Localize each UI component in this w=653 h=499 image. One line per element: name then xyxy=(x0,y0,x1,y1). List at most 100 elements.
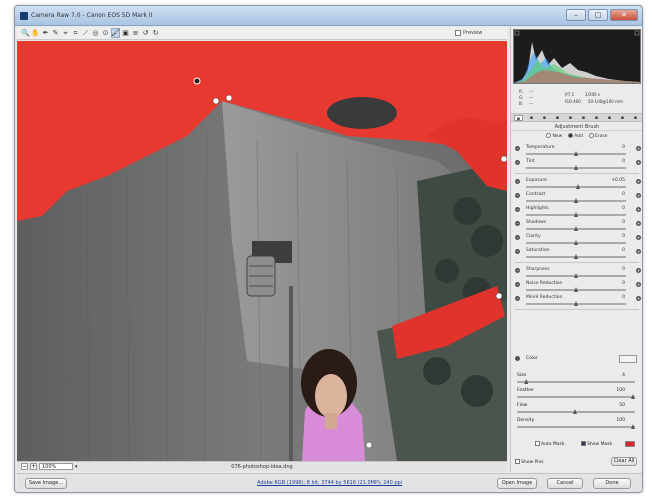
plus-icon[interactable]: + xyxy=(636,235,641,240)
show-mask-option[interactable]: Show Mask xyxy=(581,441,612,447)
rotate-cw-tool-icon[interactable]: ↻ xyxy=(151,28,160,38)
save-image-button[interactable]: Save Image... xyxy=(25,478,67,489)
brush-size-slider[interactable]: Size 4 xyxy=(515,373,639,386)
tab-split-toning-icon[interactable]: ▪ xyxy=(566,115,575,121)
crop-tool-icon[interactable]: ⌗ xyxy=(71,28,80,38)
tab-lens-icon[interactable]: ▪ xyxy=(579,115,588,121)
minus-icon[interactable]: − xyxy=(515,160,520,165)
minus-icon[interactable]: − xyxy=(515,193,520,198)
minus-icon[interactable]: − xyxy=(515,235,520,240)
slider-track[interactable] xyxy=(526,186,626,188)
plus-icon[interactable]: + xyxy=(636,282,641,287)
minus-icon[interactable]: − xyxy=(515,146,520,151)
slider-value[interactable]: +0.05 xyxy=(603,178,625,183)
targeted-adjustment-tool-icon[interactable]: ⌖ xyxy=(61,28,70,38)
slider-value[interactable]: 0 xyxy=(603,234,625,239)
slider-temperature[interactable]: − Temperature 0 + xyxy=(515,144,641,158)
white-balance-tool-icon[interactable]: ✒ xyxy=(41,28,50,38)
tab-presets-icon[interactable]: ▪ xyxy=(618,115,627,121)
tab-basic-icon[interactable]: ▪ xyxy=(514,114,523,122)
slider-value[interactable]: 0 xyxy=(603,267,625,272)
plus-icon[interactable]: + xyxy=(636,296,641,301)
slider-highlights[interactable]: − Highlights 0 + xyxy=(515,205,641,219)
slider-value[interactable]: 0 xyxy=(603,281,625,286)
auto-mask-option[interactable]: Auto Mask xyxy=(535,441,564,447)
slider-moir-reduction[interactable]: − Moiré Reduction 0 + xyxy=(515,294,641,308)
slider-saturation[interactable]: − Saturation 0 + xyxy=(515,247,641,261)
minus-icon[interactable] xyxy=(515,356,520,361)
preview-toggle[interactable]: Preview xyxy=(455,30,482,36)
plus-icon[interactable]: + xyxy=(636,146,641,151)
minus-icon[interactable]: − xyxy=(515,268,520,273)
slider-value[interactable]: 4 xyxy=(622,373,625,378)
slider-tint[interactable]: − Tint 0 + xyxy=(515,158,641,172)
slider-value[interactable]: 0 xyxy=(603,248,625,253)
slider-value[interactable]: 0 xyxy=(603,159,625,164)
clear-all-button[interactable]: Clear All xyxy=(611,457,637,466)
color-sampler-tool-icon[interactable]: ✎ xyxy=(51,28,60,38)
brush-density-slider[interactable]: Density 100 xyxy=(515,418,639,431)
graduated-filter-tool-icon[interactable]: ▣ xyxy=(121,28,130,38)
slider-contrast[interactable]: − Contrast 0 + xyxy=(515,191,641,205)
plus-icon[interactable]: + xyxy=(636,160,641,165)
show-pins-checkbox[interactable] xyxy=(515,459,520,464)
radio-icon[interactable] xyxy=(546,133,552,138)
slider-value[interactable]: 100 xyxy=(616,388,625,393)
color-swatch[interactable] xyxy=(619,355,637,363)
preferences-tool-icon[interactable]: ≡ xyxy=(131,28,140,38)
slider-shadows[interactable]: − Shadows 0 + xyxy=(515,219,641,233)
show-mask-checkbox[interactable] xyxy=(581,441,586,446)
slider-track[interactable] xyxy=(517,426,635,428)
minus-icon[interactable]: − xyxy=(515,282,520,287)
show-pins-option[interactable]: Show Pins xyxy=(515,459,544,465)
slider-value[interactable]: 100 xyxy=(616,418,625,423)
plus-icon[interactable]: + xyxy=(636,221,641,226)
zoom-tool-icon[interactable]: 🔍 xyxy=(21,28,30,38)
brush-flow-slider[interactable]: Flow 50 xyxy=(515,403,639,416)
auto-mask-checkbox[interactable] xyxy=(535,441,540,446)
minus-icon[interactable]: − xyxy=(515,296,520,301)
mask-color-swatch[interactable] xyxy=(625,441,635,447)
slider-clarity[interactable]: − Clarity 0 + xyxy=(515,233,641,247)
tab-effects-icon[interactable]: ▪ xyxy=(592,115,601,121)
plus-icon[interactable]: + xyxy=(636,268,641,273)
done-button[interactable]: Done xyxy=(593,478,631,489)
minus-icon[interactable]: − xyxy=(515,249,520,254)
plus-icon[interactable]: + xyxy=(636,249,641,254)
tab-camera-calibration-icon[interactable]: ▪ xyxy=(605,115,614,121)
slider-track[interactable] xyxy=(517,396,635,398)
radio-icon[interactable] xyxy=(568,133,574,138)
slider-track[interactable] xyxy=(517,381,635,383)
slider-value[interactable]: 0 xyxy=(603,145,625,150)
slider-sharpness[interactable]: − Sharpness 0 + xyxy=(515,266,641,280)
slider-value[interactable]: 0 xyxy=(603,295,625,300)
minimize-button[interactable]: – xyxy=(566,9,586,21)
minus-icon[interactable]: − xyxy=(515,207,520,212)
slider-noise-reduction[interactable]: − Noise Reduction 0 + xyxy=(515,280,641,294)
minus-icon[interactable]: − xyxy=(515,221,520,226)
mode-new-option[interactable]: New xyxy=(546,133,562,139)
slider-value[interactable]: 50 xyxy=(619,403,625,408)
maximize-button[interactable]: □ xyxy=(588,9,608,21)
plus-icon[interactable]: + xyxy=(636,179,641,184)
radio-icon[interactable] xyxy=(588,133,594,138)
red-eye-tool-icon[interactable]: ⊙ xyxy=(101,28,110,38)
slider-exposure[interactable]: − Exposure +0.05 + xyxy=(515,177,641,191)
close-button[interactable]: ✕ xyxy=(610,9,638,21)
tab-snapshots-icon[interactable]: ▪ xyxy=(631,115,640,121)
workflow-options-link[interactable]: Adobe RGB (1998); 8 bit; 3744 by 5616 (2… xyxy=(257,480,402,486)
slider-value[interactable]: 0 xyxy=(603,220,625,225)
rotate-ccw-tool-icon[interactable]: ↺ xyxy=(141,28,150,38)
plus-icon[interactable]: + xyxy=(636,207,641,212)
mode-erase-option[interactable]: Erase xyxy=(588,133,608,139)
tab-hsl-icon[interactable]: ▪ xyxy=(553,115,562,121)
minus-icon[interactable]: − xyxy=(515,179,520,184)
slider-value[interactable]: 0 xyxy=(603,192,625,197)
plus-icon[interactable]: + xyxy=(636,193,641,198)
image-preview[interactable] xyxy=(17,41,507,461)
adjustment-brush-tool-icon[interactable]: 🖌 xyxy=(111,28,120,38)
mode-add-option[interactable]: Add xyxy=(568,133,583,139)
straighten-tool-icon[interactable]: ⟋ xyxy=(81,28,90,38)
preview-checkbox[interactable] xyxy=(455,30,461,36)
brush-feather-slider[interactable]: Feather 100 xyxy=(515,388,639,401)
